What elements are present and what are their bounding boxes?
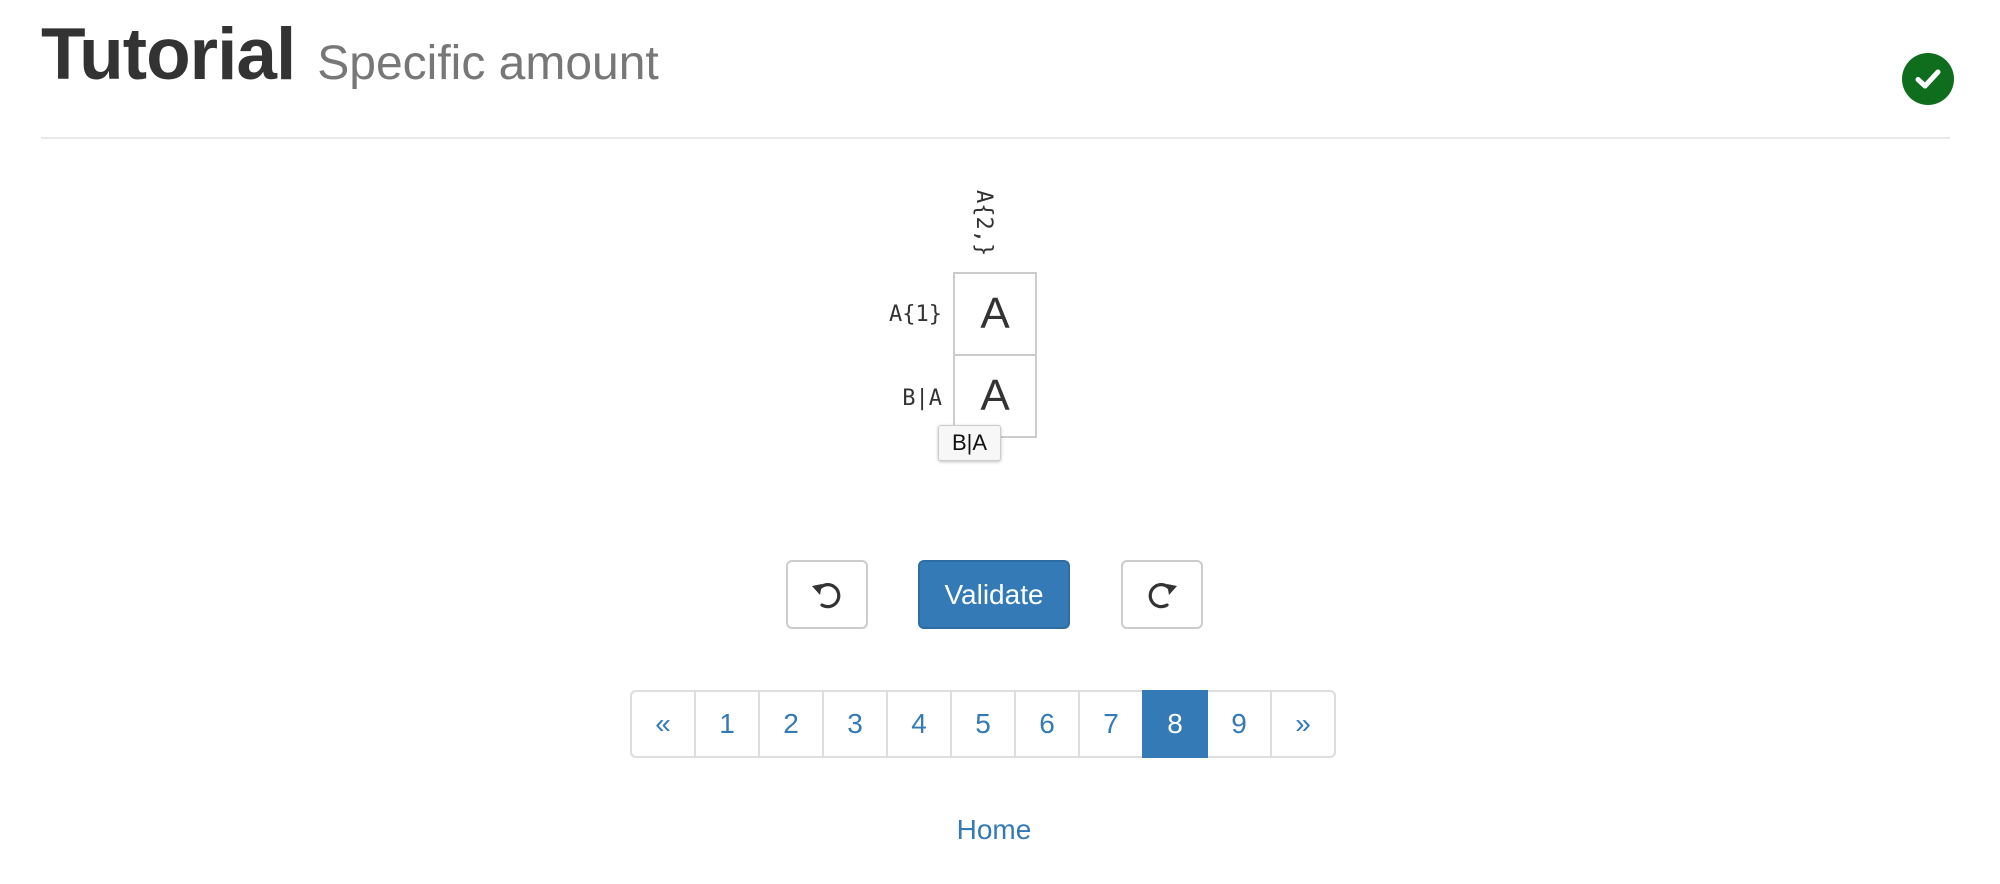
row-clue-2: B|A — [902, 386, 942, 411]
page-header: Tutorial Specific amount — [41, 18, 659, 91]
row-clue-1: A{1} — [889, 302, 942, 327]
column-clue: A{2,} — [971, 190, 996, 257]
page-6-button[interactable]: 6 — [1014, 690, 1080, 758]
pagination: « 1 2 3 4 5 6 7 8 9 » — [630, 690, 1336, 758]
checkmark-icon — [1915, 69, 1941, 89]
page-8-button[interactable]: 8 — [1142, 690, 1208, 758]
tutorial-page: Tutorial Specific amount A{2,} A{1} B|A … — [0, 0, 2000, 884]
page-title: Tutorial — [41, 14, 296, 95]
page-5-button[interactable]: 5 — [950, 690, 1016, 758]
validate-button[interactable]: Validate — [918, 560, 1070, 629]
page-9-button[interactable]: 9 — [1206, 690, 1272, 758]
page-next-button[interactable]: » — [1270, 690, 1336, 758]
page-subtitle: Specific amount — [317, 37, 659, 90]
home-link[interactable]: Home — [0, 814, 1988, 846]
grid-cell-1[interactable]: A — [953, 272, 1037, 356]
page-7-button[interactable]: 7 — [1078, 690, 1144, 758]
clue-tooltip: B|A — [938, 425, 1002, 461]
page-4-button[interactable]: 4 — [886, 690, 952, 758]
page-3-button[interactable]: 3 — [822, 690, 888, 758]
redo-button[interactable] — [1121, 560, 1203, 629]
page-prev-button[interactable]: « — [630, 690, 696, 758]
header-divider — [41, 137, 1950, 139]
page-2-button[interactable]: 2 — [758, 690, 824, 758]
check-circle-icon — [1902, 53, 1954, 105]
redo-icon — [1148, 582, 1177, 608]
undo-button[interactable] — [786, 560, 868, 629]
undo-icon — [812, 582, 841, 608]
page-1-button[interactable]: 1 — [694, 690, 760, 758]
